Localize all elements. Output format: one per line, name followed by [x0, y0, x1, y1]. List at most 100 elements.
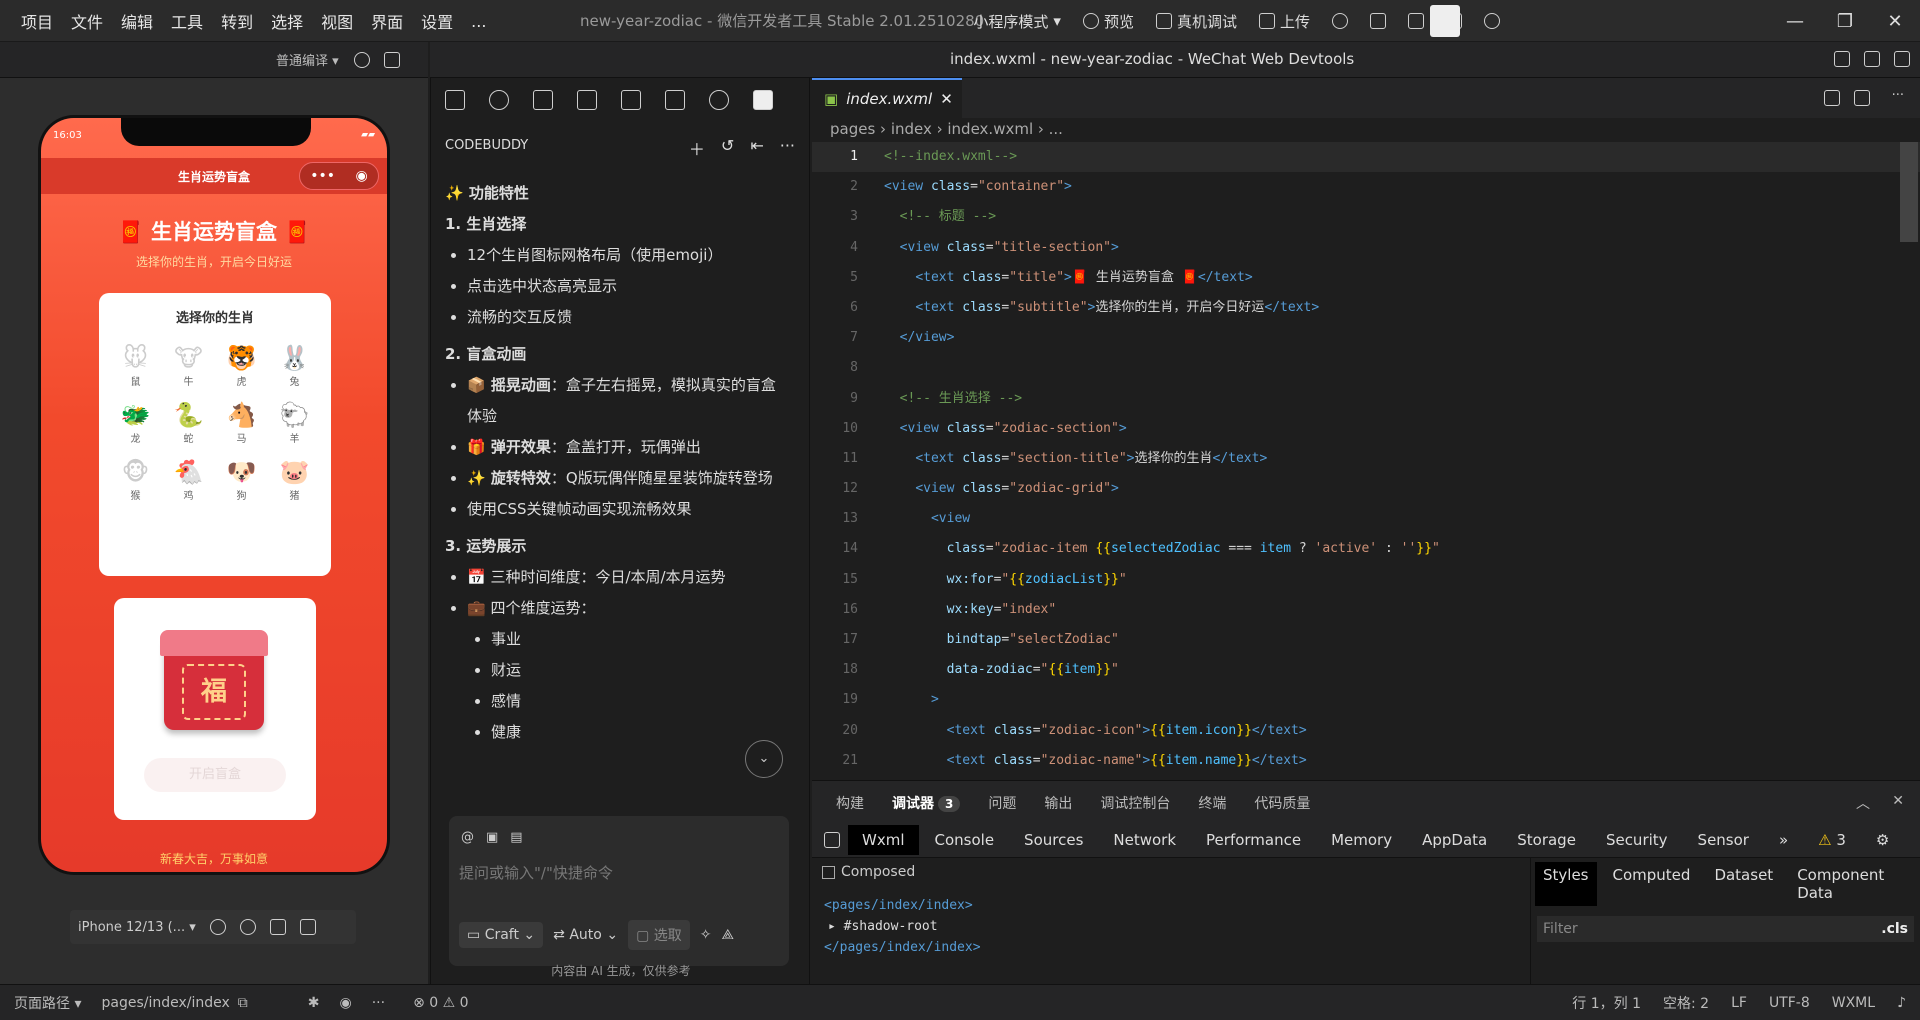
menu-select[interactable]: 选择	[262, 9, 312, 33]
zodiac-item[interactable]: 🐴 马	[215, 400, 268, 445]
chat-input[interactable]: 提问或输入"/"快捷命令	[459, 862, 613, 883]
warning-count[interactable]: ⚠ 3	[1818, 831, 1846, 849]
tab-component-data[interactable]: Component Data	[1797, 866, 1908, 902]
tab-debugger[interactable]: 调试器 3	[892, 793, 961, 813]
line-ending[interactable]: LF	[1731, 995, 1747, 1011]
menu-file[interactable]: 文件	[62, 9, 112, 33]
menu-project[interactable]: 项目	[12, 9, 62, 33]
exit-circle-icon[interactable]: ◉	[356, 168, 368, 184]
swap-icon[interactable]	[1370, 13, 1386, 29]
problem-counts[interactable]: ⊗ 0 ⚠ 0	[413, 995, 468, 1011]
more-actions-icon[interactable]: ···	[1892, 88, 1904, 103]
panel-bottom-icon[interactable]	[1864, 51, 1880, 67]
tab-debug-console[interactable]: 调试控制台	[1100, 793, 1170, 813]
zodiac-item[interactable]: 🐶 狗	[215, 457, 268, 502]
editor-scrollbar[interactable]	[1900, 142, 1918, 242]
eye-icon[interactable]: ◉	[340, 995, 352, 1011]
menu-more[interactable]: ...	[462, 12, 495, 31]
tab-appdata[interactable]: AppData	[1422, 831, 1487, 849]
storage-icon[interactable]	[621, 90, 641, 110]
select-button[interactable]: ▢ 选取	[628, 920, 690, 950]
zodiac-item[interactable]: 🐰 兔	[268, 343, 321, 388]
tab-memory[interactable]: Memory	[1331, 831, 1392, 849]
panel-left-icon[interactable]	[1834, 51, 1850, 67]
tab-performance[interactable]: Performance	[1206, 831, 1301, 849]
scroll-down-button[interactable]: ⌄	[745, 740, 783, 778]
chevron-up-icon[interactable]: ︿	[1856, 793, 1870, 813]
plugin-icon[interactable]	[709, 90, 729, 110]
tab-sources[interactable]: Sources	[1024, 831, 1083, 849]
zodiac-item[interactable]: 🐮 牛	[162, 343, 215, 388]
tab-sensor[interactable]: Sensor	[1698, 831, 1749, 849]
menu-tools[interactable]: 工具	[162, 9, 212, 33]
capsule-menu[interactable]: ••• ◉	[299, 162, 379, 190]
page-path-dropdown[interactable]: 页面路径 ▾	[14, 993, 81, 1013]
tab-problems[interactable]: 问题	[988, 793, 1016, 813]
close-icon[interactable]: ✕	[1870, 11, 1920, 32]
menu-edit[interactable]: 编辑	[112, 9, 162, 33]
composed-checkbox[interactable]: Composed	[822, 864, 915, 880]
tab-network[interactable]: Network	[1113, 831, 1176, 849]
bug-icon[interactable]: ✱	[308, 995, 320, 1011]
history-icon[interactable]: ↺	[721, 136, 734, 160]
tab-code-quality[interactable]: 代码质量	[1254, 793, 1310, 813]
tab-styles[interactable]: Styles	[1535, 862, 1597, 906]
menu-interface[interactable]: 界面	[362, 9, 412, 33]
clear-cache-icon[interactable]	[384, 52, 400, 68]
zodiac-item[interactable]: 🐔 鸡	[162, 457, 215, 502]
menu-settings[interactable]: 设置	[412, 9, 462, 33]
codebuddy-mini-icon[interactable]	[1824, 90, 1840, 106]
tree-node[interactable]: </pages/index/index>	[824, 940, 981, 955]
extensions-icon[interactable]	[577, 90, 597, 110]
bell-icon[interactable]: ♪	[1897, 995, 1906, 1011]
image-icon[interactable]: ▣	[486, 830, 498, 845]
tab-terminal[interactable]: 终端	[1198, 793, 1226, 813]
inspect-icon[interactable]	[824, 832, 840, 848]
breadcrumb[interactable]: pages › index › index.wxml › ...	[830, 120, 1063, 138]
zodiac-item[interactable]: 🐵 猴	[109, 457, 162, 502]
refresh-icon[interactable]	[354, 52, 370, 68]
language-mode[interactable]: WXML	[1832, 995, 1875, 1011]
open-box-button[interactable]: 开启盲盒	[144, 758, 286, 792]
tab-computed[interactable]: Computed	[1613, 866, 1691, 902]
gear-icon[interactable]: ⚙	[1876, 831, 1889, 849]
tab-build[interactable]: 构建	[836, 793, 864, 813]
styles-filter[interactable]: Filter .cls	[1537, 916, 1914, 942]
compile-mode-dropdown[interactable]: 普通编译 ▾	[276, 50, 339, 69]
sparkle-icon[interactable]: ✧	[700, 927, 712, 943]
tab-storage[interactable]: Storage	[1517, 831, 1576, 849]
close-tab-icon[interactable]: ✕	[940, 90, 953, 108]
upload-button[interactable]: 上传	[1258, 11, 1310, 32]
tab-dataset[interactable]: Dataset	[1714, 866, 1773, 902]
indent-size[interactable]: 空格: 2	[1663, 993, 1709, 1013]
panel-right-icon[interactable]	[1894, 51, 1910, 67]
code-editor[interactable]: 1 <!--index.wxml--> 2 <view class="contain…	[812, 142, 1920, 772]
preview-button[interactable]: 预览	[1082, 11, 1134, 32]
plus-icon[interactable]: ＋	[689, 136, 705, 160]
tab-security[interactable]: Security	[1606, 831, 1668, 849]
craft-dropdown[interactable]: ▭ Craft ⌄	[459, 922, 544, 948]
tree-node[interactable]: <pages/index/index>	[824, 898, 973, 913]
copy-icon[interactable]: ⧉	[238, 995, 248, 1011]
more-icon[interactable]: •••	[310, 168, 335, 184]
tree-node[interactable]: ▸ #shadow-root	[828, 919, 938, 934]
cursor-position[interactable]: 行 1，列 1	[1572, 993, 1641, 1013]
blind-box[interactable]: 福	[160, 630, 268, 730]
send-icon[interactable]: ⟁	[721, 927, 734, 943]
menu-view[interactable]: 视图	[312, 9, 362, 33]
encoding[interactable]: UTF-8	[1769, 995, 1810, 1011]
avatar[interactable]	[1422, 5, 1460, 37]
codebuddy-icon[interactable]	[753, 90, 773, 110]
search-icon[interactable]	[489, 90, 509, 110]
rotate-icon[interactable]	[209, 919, 226, 935]
mention-icon[interactable]: @	[461, 830, 474, 845]
tab-output[interactable]: 输出	[1044, 793, 1072, 813]
tab-wxml[interactable]: Wxml	[848, 824, 919, 855]
mode-dropdown[interactable]: 小程序模式 ▾	[973, 11, 1061, 32]
real-debug-button[interactable]: 真机调试	[1155, 11, 1237, 32]
zodiac-item[interactable]: 🐷 猪	[268, 457, 321, 502]
more-tabs-icon[interactable]: »	[1779, 831, 1788, 849]
files-icon[interactable]	[445, 90, 465, 110]
more-icon[interactable]: ···	[372, 995, 385, 1011]
windows-icon[interactable]	[299, 919, 316, 935]
